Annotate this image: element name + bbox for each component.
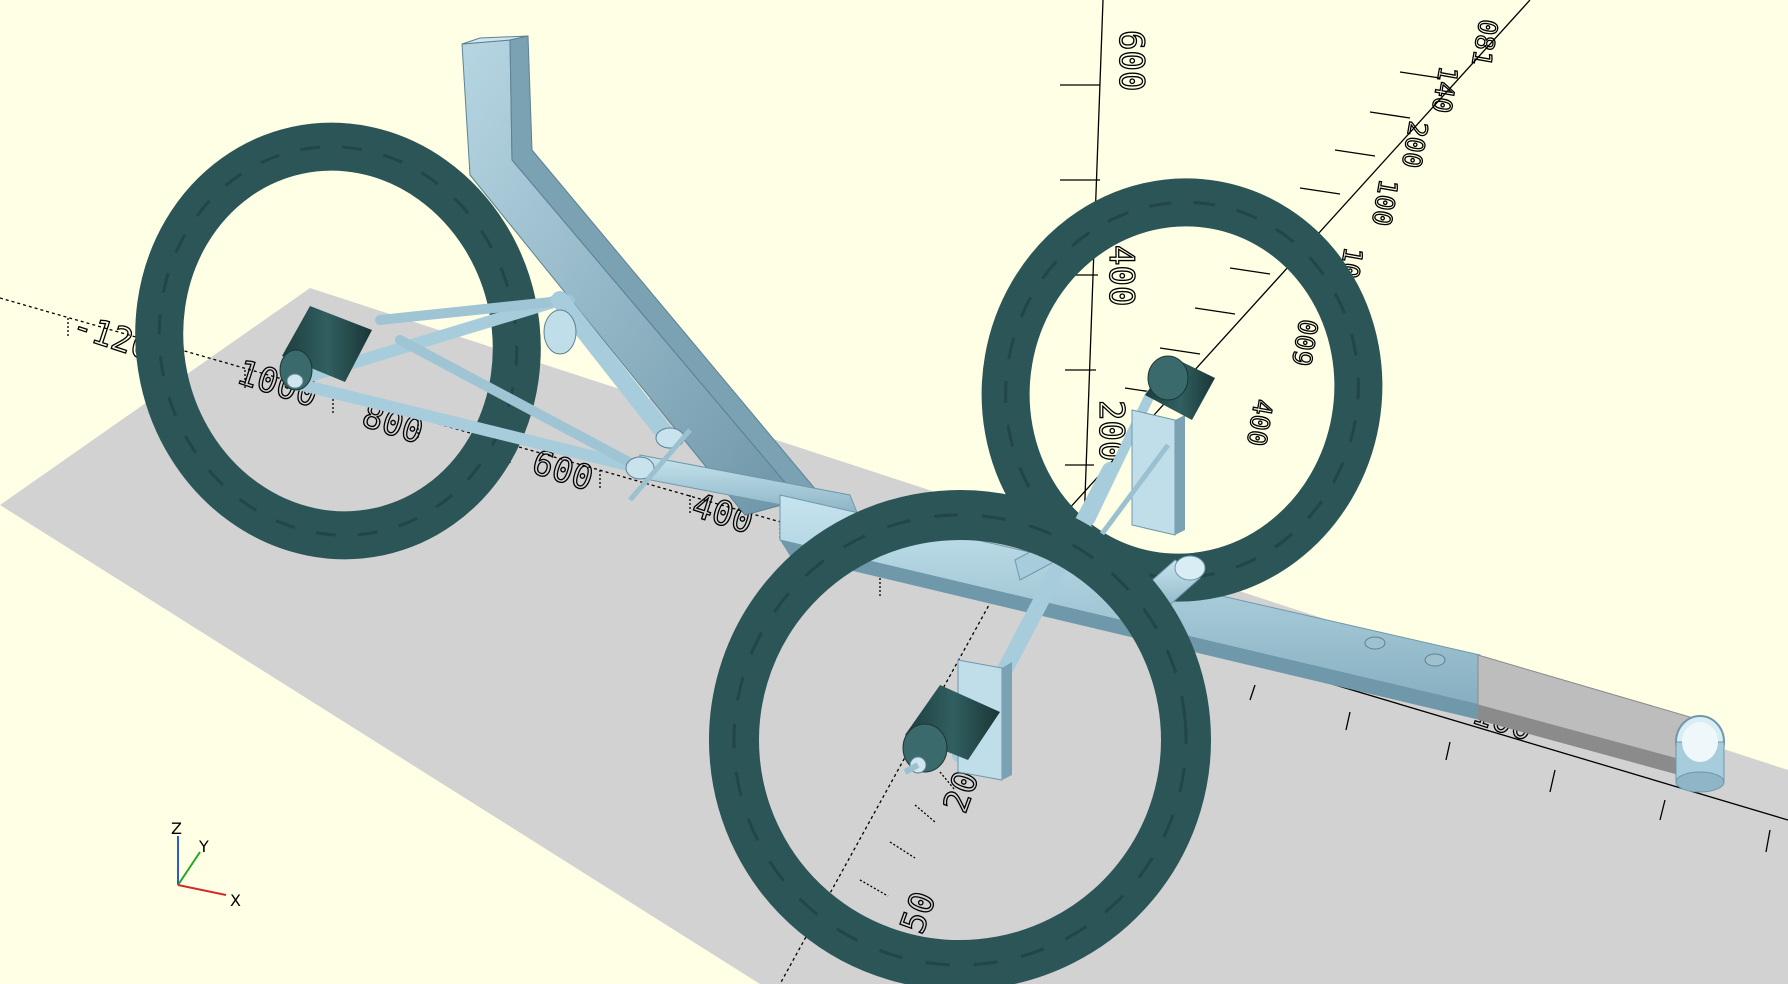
gizmo-y-label: Y	[198, 837, 209, 856]
scene-render[interactable]: -1200 1000 800 600 400 200 200 100 000 6…	[0, 0, 1788, 984]
gizmo-z-label: Z	[171, 819, 182, 838]
gizmo-x-label: X	[230, 891, 241, 910]
z-tick-label: 400	[1101, 245, 1141, 306]
y-tick-label: 400	[1240, 397, 1278, 448]
z-tick-label: 600	[1111, 30, 1151, 91]
axes-gizmo: Z Y X	[171, 819, 241, 910]
3d-viewport[interactable]: -1200 1000 800 600 400 200 200 100 000 6…	[0, 0, 1788, 984]
y-tick-label: 200	[1395, 119, 1433, 170]
y-tick-label: 140	[1425, 64, 1463, 115]
y-tick-label: 009	[1285, 317, 1323, 368]
y-tick-label: 100	[1365, 177, 1403, 228]
y-tick-label: 081	[1465, 17, 1503, 68]
